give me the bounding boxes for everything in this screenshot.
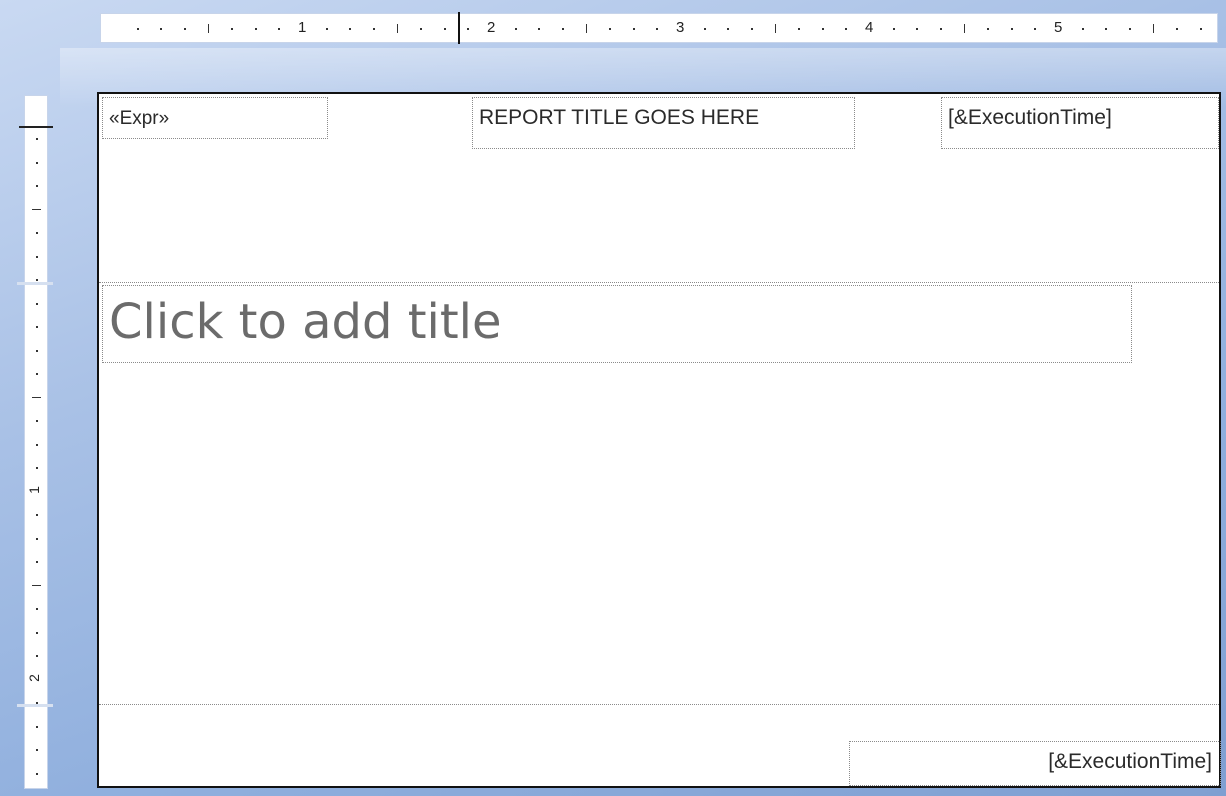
header-body-separator	[99, 282, 1219, 283]
vruler-tick	[36, 631, 38, 634]
ruler-tick	[1176, 28, 1179, 30]
vruler-tick	[36, 279, 38, 281]
ruler-tick	[609, 28, 612, 30]
ruler-tick	[467, 28, 470, 30]
vruler-tick	[36, 772, 38, 775]
ruler-tick	[372, 28, 375, 30]
ruler-top-margin-marker	[19, 126, 53, 128]
title-placeholder-text: Click to add title	[109, 294, 502, 350]
ruler-label-3: 3	[676, 19, 685, 36]
vruler-tick	[36, 161, 38, 164]
header-execution-time-textbox[interactable]: [&ExecutionTime]	[941, 97, 1219, 149]
ruler-tick	[821, 28, 824, 30]
vruler-tick	[36, 561, 38, 563]
ruler-tick	[183, 28, 186, 30]
expr-textbox[interactable]: «Expr»	[102, 97, 328, 139]
ruler-tick	[538, 28, 541, 30]
ruler-tick	[160, 28, 163, 30]
body-footer-separator	[99, 704, 1219, 705]
report-design-surface[interactable]: «Expr» REPORT TITLE GOES HERE [&Executio…	[97, 92, 1221, 788]
ruler-half-tick	[774, 24, 776, 33]
ruler-tick	[939, 28, 942, 30]
vruler-label-2: 2	[25, 673, 42, 682]
ruler-tick	[231, 28, 234, 30]
ruler-cursor-marker	[458, 12, 460, 44]
ruler-tick	[325, 28, 328, 30]
ruler-label-1: 1	[298, 19, 307, 36]
vruler-half-tick	[32, 396, 41, 398]
ruler-tick	[443, 28, 446, 30]
footer-execution-time-textbox[interactable]: [&ExecutionTime]	[849, 741, 1221, 786]
vruler-half-tick	[32, 584, 41, 586]
ruler-label-2: 2	[487, 19, 496, 36]
ruler-tick	[1199, 28, 1202, 30]
ruler-tick	[845, 28, 848, 30]
vruler-tick	[36, 467, 38, 469]
vruler-section-marker	[17, 704, 53, 707]
ruler-label-4: 4	[865, 19, 874, 36]
ruler-tick	[1034, 28, 1037, 30]
vruler-tick	[36, 537, 38, 540]
ruler-half-tick	[585, 24, 587, 33]
vruler-tick	[36, 138, 38, 140]
vruler-tick	[36, 514, 38, 516]
vruler-tick	[36, 749, 38, 751]
ruler-tick	[349, 28, 352, 30]
vruler-tick	[36, 232, 38, 234]
ruler-tick	[278, 28, 281, 30]
vruler-tick	[36, 185, 38, 187]
vruler-tick	[36, 420, 38, 422]
ruler-half-tick	[1152, 24, 1154, 33]
ruler-half-tick	[963, 24, 965, 33]
ruler-tick	[561, 28, 564, 30]
vertical-ruler[interactable]: 12	[17, 95, 53, 789]
footer-execution-time-text: [&ExecutionTime]	[1048, 750, 1212, 773]
ruler-tick	[1010, 28, 1013, 30]
vruler-tick	[36, 349, 38, 352]
vruler-tick	[36, 608, 38, 610]
report-title-textbox[interactable]: REPORT TITLE GOES HERE	[472, 97, 855, 149]
vruler-tick	[36, 302, 38, 305]
ruler-tick	[632, 28, 635, 30]
expr-text: «Expr»	[109, 108, 170, 129]
ruler-half-tick	[396, 24, 398, 33]
ruler-tick	[892, 28, 895, 30]
horizontal-ruler[interactable]: 1 2 3 4 5	[100, 12, 1218, 44]
vruler-tick	[36, 373, 38, 375]
ruler-tick	[750, 28, 753, 30]
title-placeholder-textbox[interactable]: Click to add title	[102, 285, 1132, 363]
vruler-tick	[36, 326, 38, 328]
ruler-tick	[916, 28, 919, 30]
ruler-tick	[420, 28, 423, 30]
ruler-tick	[727, 28, 730, 30]
ruler-tick	[703, 28, 706, 30]
ruler-tick	[987, 28, 990, 30]
vruler-tick	[36, 443, 38, 446]
ruler-tick	[656, 28, 659, 30]
ruler-tick	[254, 28, 257, 30]
ruler-label-5: 5	[1054, 19, 1063, 36]
report-title-text: REPORT TITLE GOES HERE	[479, 106, 760, 129]
ruler-tick	[136, 28, 139, 30]
ruler-tick	[514, 28, 517, 30]
header-execution-time-text: [&ExecutionTime]	[948, 106, 1112, 129]
ruler-tick	[1128, 28, 1131, 30]
ruler-tick	[1105, 28, 1108, 30]
ruler-half-tick	[207, 24, 209, 33]
ruler-tick	[1081, 28, 1084, 30]
vruler-label-1: 1	[25, 485, 42, 494]
vruler-tick	[36, 655, 38, 657]
vruler-tick	[36, 725, 38, 728]
ruler-tick	[798, 28, 801, 30]
vruler-tick	[36, 255, 38, 258]
vruler-half-tick	[32, 208, 41, 210]
vruler-section-marker	[17, 282, 53, 285]
